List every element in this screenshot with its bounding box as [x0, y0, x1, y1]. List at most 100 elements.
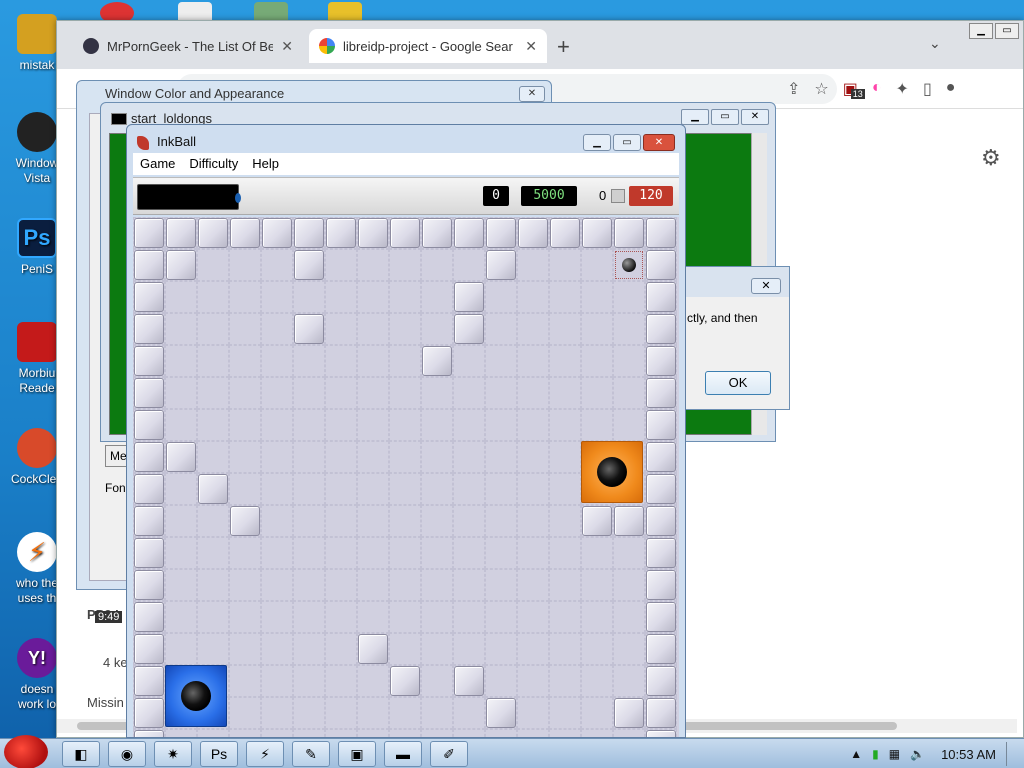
grid-cell [581, 601, 613, 633]
menu-bar: Game Difficulty Help [133, 153, 679, 175]
browser-tab-1[interactable]: libreidp-project - Google Sear ✕ [309, 29, 547, 63]
grid-cell [517, 281, 549, 313]
taskbar: ◧ ◉ ✷ Ps ⚡ ✎ ▣ ▬ ✐ ▲ ▮ ▦ 🔈 10:53 AM [0, 735, 1024, 768]
grid-cell [229, 601, 261, 633]
start-button[interactable] [4, 735, 48, 768]
grid-cell [453, 345, 485, 377]
grid-cell [325, 633, 357, 665]
profile-icon[interactable]: ● [946, 79, 956, 99]
grid-cell [229, 569, 261, 601]
grid-cell [229, 377, 261, 409]
grid-cell [229, 409, 261, 441]
tray-expand-icon[interactable]: ▲ [850, 747, 862, 761]
clock[interactable]: 10:53 AM [941, 747, 996, 762]
sidepanel-icon[interactable]: ▯ [923, 79, 932, 99]
grid-cell [453, 729, 485, 737]
console-window-controls: ▁ ▭ ✕ [681, 109, 769, 125]
grid-cell [485, 281, 517, 313]
wall-block [646, 666, 676, 696]
battery-icon[interactable]: ▮ [872, 747, 879, 761]
close-button[interactable]: ✕ [741, 109, 769, 125]
close-tab-icon[interactable]: ✕ [525, 38, 537, 55]
wall-block [550, 218, 580, 248]
wall-block [646, 410, 676, 440]
taskbar-flash-icon[interactable]: ⚡ [246, 741, 284, 767]
grid-cell [581, 729, 613, 737]
flag-icon[interactable]: ◐ [872, 79, 882, 99]
grid-cell [389, 633, 421, 665]
taskbar-chrome-icon[interactable]: ◉ [108, 741, 146, 767]
puzzle-icon[interactable]: ✦ [896, 79, 909, 99]
taskbar-photoshop-icon[interactable]: Ps [200, 741, 238, 767]
wall-block [646, 282, 676, 312]
grid-cell [261, 697, 293, 729]
volume-icon[interactable]: 🔈 [910, 747, 925, 761]
grid-cell [421, 473, 453, 505]
wall-block [582, 506, 612, 536]
close-button[interactable]: ✕ [751, 278, 781, 294]
grid-cell [325, 537, 357, 569]
menu-difficulty[interactable]: Difficulty [182, 153, 245, 175]
grid-cell [197, 601, 229, 633]
grid-cell [389, 729, 421, 737]
grid-cell [581, 569, 613, 601]
grid-cell [229, 697, 261, 729]
wall-block [454, 314, 484, 344]
grid-cell [581, 249, 613, 281]
blue-goal-hole [165, 665, 227, 727]
grid-cell [293, 633, 325, 665]
grid-cell [517, 409, 549, 441]
grid-cell [453, 473, 485, 505]
grid-cell [613, 409, 645, 441]
inkball-titlebar: InkBall ▁ ▭ ✕ [127, 125, 685, 153]
settings-gear-icon[interactable]: ⚙ [981, 145, 1001, 171]
show-desktop-button[interactable] [1006, 742, 1016, 766]
cleaner-icon [17, 428, 57, 468]
grid-cell [229, 249, 261, 281]
wall-block [646, 570, 676, 600]
taskbar-paint-icon[interactable]: ✎ [292, 741, 330, 767]
grid-cell [261, 505, 293, 537]
grid-cell [165, 569, 197, 601]
grid-cell [581, 377, 613, 409]
grid-cell [357, 441, 389, 473]
star-icon[interactable]: ☆ [814, 79, 828, 99]
minimize-button[interactable]: ▁ [969, 23, 993, 39]
taskbar-gear-icon[interactable]: ✷ [154, 741, 192, 767]
grid-cell [517, 633, 549, 665]
wall-block [134, 282, 164, 312]
grid-cell [293, 697, 325, 729]
menu-help[interactable]: Help [245, 153, 286, 175]
close-tab-icon[interactable]: ✕ [281, 38, 293, 55]
network-icon[interactable]: ▦ [889, 747, 900, 761]
maximize-button[interactable]: ▭ [613, 134, 641, 151]
ok-button[interactable]: OK [705, 371, 771, 395]
share-icon[interactable]: ⇪ [787, 79, 800, 99]
maximize-button[interactable]: ▭ [995, 23, 1019, 39]
taskbar-explorer-icon[interactable]: ◧ [62, 741, 100, 767]
game-board[interactable] [133, 217, 679, 737]
extension-badge-icon[interactable]: ▣13 [843, 79, 865, 99]
grid-cell [453, 505, 485, 537]
maximize-button[interactable]: ▭ [711, 109, 739, 125]
grid-cell [293, 505, 325, 537]
taskbar-console-icon[interactable]: ▬ [384, 741, 422, 767]
grid-cell [453, 569, 485, 601]
browser-tab-0[interactable]: MrPornGeek - The List Of Best ✕ [73, 29, 303, 63]
close-button[interactable]: ✕ [643, 134, 675, 151]
close-button[interactable]: ✕ [519, 86, 545, 102]
menu-game[interactable]: Game [133, 153, 182, 175]
taskbar-monitor-icon[interactable]: ▣ [338, 741, 376, 767]
grid-cell [549, 313, 581, 345]
tab-search-icon[interactable]: ⌄ [929, 35, 941, 52]
grid-cell [293, 665, 325, 697]
grid-cell [165, 281, 197, 313]
minimize-button[interactable]: ▁ [583, 134, 611, 151]
new-tab-icon[interactable]: + [557, 34, 570, 60]
wall-block [454, 666, 484, 696]
wall-block [134, 442, 164, 472]
wall-block [294, 250, 324, 280]
minimize-button[interactable]: ▁ [681, 109, 709, 125]
taskbar-inkball-icon[interactable]: ✐ [430, 741, 468, 767]
grid-cell [325, 377, 357, 409]
